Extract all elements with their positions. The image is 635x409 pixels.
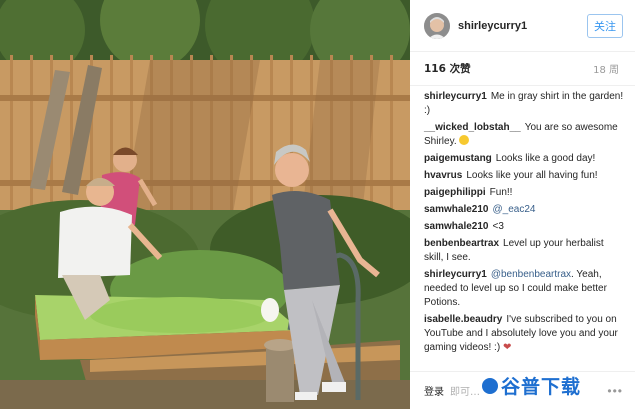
post-stats: 116 次赞 18 周 — [410, 52, 635, 86]
comment-item: paigephilippi Fun!! — [424, 186, 625, 200]
login-link[interactable]: 登录 — [424, 383, 444, 398]
post-header: shirleycurry1 关注 — [410, 0, 635, 52]
comment-username[interactable]: samwhale210 — [424, 221, 489, 232]
like-count[interactable]: 116 次赞 — [424, 61, 471, 76]
comment-item: shirleycurry1 @benbenbeartrax. Yeah, need… — [424, 268, 625, 310]
comment-text: <3 — [492, 221, 504, 232]
avatar-icon — [424, 12, 450, 39]
comment-text: Looks like a good day! — [495, 153, 596, 164]
avatar[interactable] — [424, 12, 450, 39]
comment-item: samwhale210 @_eac24 — [424, 203, 625, 217]
post-photo[interactable] — [0, 0, 410, 409]
comment-username[interactable]: benbenbeartrax — [424, 238, 499, 249]
comment-item: __wicked_lobstah__ You are so awesome Shi… — [424, 121, 625, 149]
post-side-panel: shirleycurry1 关注 116 次赞 18 周 shirleycurr… — [410, 0, 635, 409]
comment-username[interactable]: paigephilippi — [424, 187, 486, 198]
comment-username[interactable]: paigemustang — [424, 153, 492, 164]
post-timestamp: 18 周 — [593, 65, 619, 76]
comment-item: paigemustang Looks like a good day! — [424, 152, 625, 166]
comment-item: shirleycurry1 Me in gray shirt in the gar… — [424, 90, 625, 118]
comment-username[interactable]: __wicked_lobstah__ — [424, 122, 521, 133]
heart-emoji-icon: ❤ — [502, 342, 512, 353]
post-username[interactable]: shirleycurry1 — [458, 20, 587, 32]
comment-username[interactable]: hvavrus — [424, 170, 462, 181]
comment-mention[interactable]: @_eac24 — [493, 204, 536, 215]
comment-list: shirleycurry1 Me in gray shirt in the gar… — [410, 86, 635, 355]
follow-button[interactable]: 关注 — [587, 13, 623, 38]
comment-username[interactable]: shirleycurry1 — [424, 91, 487, 102]
site-watermark: 谷普下载 — [481, 372, 581, 399]
grin-emoji-icon — [459, 135, 470, 145]
comment-text: Fun!! — [489, 187, 513, 198]
comment-item: samwhale210 <3 — [424, 220, 625, 234]
watermark-logo-icon — [481, 377, 498, 394]
comment-item: benbenbeartrax Level up your herbalist sk… — [424, 237, 625, 265]
comment-item: hvavrus Looks like your all having fun! — [424, 169, 625, 183]
more-options-icon[interactable]: ••• — [607, 384, 623, 398]
comment-username[interactable]: samwhale210 — [424, 204, 489, 215]
comment-item: isabelle.beaudry I've subscribed to you o… — [424, 313, 625, 355]
comment-username[interactable]: isabelle.beaudry — [424, 314, 502, 325]
comment-mention[interactable]: @benbenbeartrax — [491, 269, 571, 280]
garden-photo-illustration — [0, 0, 410, 409]
watermark-text: 谷普下载 — [500, 376, 581, 398]
comment-text: Looks like your all having fun! — [466, 170, 598, 181]
comment-username[interactable]: shirleycurry1 — [424, 269, 487, 280]
